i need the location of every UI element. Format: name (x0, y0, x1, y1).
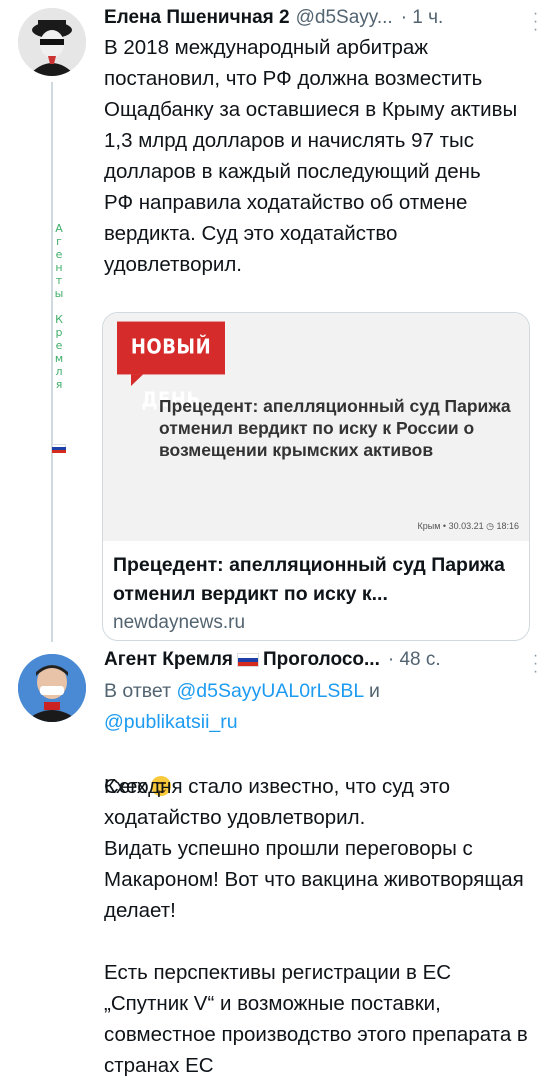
tweet-text: Сегодня стало известно, что суд это хода… (104, 775, 528, 1077)
tweet-text: В 2018 международный арбитраж постановил… (104, 36, 518, 276)
author-name-part1[interactable]: Агент Кремля (104, 649, 233, 671)
tweet-header: Елена Пшеничная 2 @d5Sayy... · 1 ч. (104, 4, 532, 32)
tweet-header: Агент Кремля Проголосо... · 48 с. (104, 646, 532, 674)
tweet-2[interactable]: Агент Кремля Проголосо... · 48 с. · · · В … (0, 642, 546, 1080)
author-name[interactable]: Елена Пшеничная 2 (104, 7, 290, 29)
russia-flag-icon (237, 653, 259, 667)
side-letter: н (55, 261, 63, 274)
more-vertical-icon[interactable]: · · · (528, 648, 542, 680)
avatar[interactable] (18, 654, 86, 722)
card-title[interactable]: Прецедент: апелляционный суд Парижа отме… (113, 551, 523, 609)
avatar-image (18, 654, 86, 722)
reply-handle-1[interactable]: @d5SayyUAL0rLSBL (176, 680, 363, 702)
russia-flag-icon (52, 444, 66, 453)
timestamp[interactable]: · 1 ч. (401, 7, 444, 29)
side-letter: т (55, 274, 63, 287)
side-letter: А (55, 222, 63, 235)
side-letter: л (55, 365, 63, 378)
card-image: НОВЫЙ ДЕНЬ Прецедент: апелляционный суд … (103, 313, 529, 541)
side-letter: я (55, 378, 63, 391)
avatar[interactable] (18, 8, 86, 76)
side-letter: г (56, 235, 62, 248)
side-letter: е (55, 339, 63, 352)
avatar-image (18, 8, 86, 76)
image-meta: Крым • 30.03.21 ◷ 18:16 (417, 521, 519, 531)
more-vertical-icon[interactable]: · · · (528, 6, 542, 38)
author-name-part2[interactable]: Проголосо... (263, 649, 380, 671)
reply-and: и (368, 680, 380, 702)
tweet-1[interactable]: Агенты Кремля Елена Пшеничная 2 @d5Sayy.… (0, 0, 546, 642)
side-letter: К (55, 313, 63, 326)
side-letter: е (55, 248, 63, 261)
side-letter (52, 300, 66, 313)
image-headline: Прецедент: апелляционный суд Парижа отме… (159, 396, 511, 460)
brand-logo: НОВЫЙ ДЕНЬ (117, 321, 225, 412)
link-card[interactable]: НОВЫЙ ДЕНЬ Прецедент: апелляционный суд … (102, 312, 530, 641)
card-domain: newdaynews.ru (113, 612, 246, 633)
side-letter: м (54, 352, 64, 365)
reply-context: В ответ @d5SayyUAL0rLSBL и @publikatsii_… (104, 676, 534, 738)
reply-prefix: В ответ (104, 680, 172, 702)
author-handle[interactable]: @d5Sayy... (296, 7, 393, 29)
reply-handle-2[interactable]: @publikatsii_ru (104, 711, 238, 733)
side-vertical-text: Агенты Кремля (52, 222, 66, 391)
side-letter: ы (54, 287, 64, 300)
side-letter: р (55, 326, 63, 339)
timestamp[interactable]: · 48 с. (388, 649, 441, 671)
